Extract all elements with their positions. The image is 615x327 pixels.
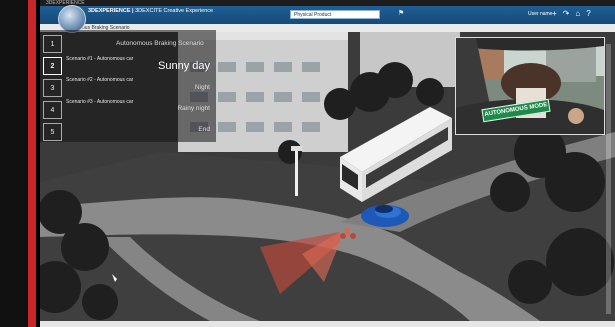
step-2-label[interactable]: Sunny day	[158, 60, 210, 72]
red-frame-bar	[28, 0, 36, 327]
step-3-name: Scenario #2 - Autonomous car	[66, 77, 134, 83]
brand-sub: 3DEXCITE Creative Experience	[135, 8, 214, 14]
brand-main: 3DEXPERIENCE	[88, 8, 131, 14]
add-icon[interactable]: +	[552, 8, 557, 20]
step-3-button[interactable]: 3	[43, 79, 62, 97]
share-icon[interactable]: ↷	[563, 8, 570, 20]
scenario-title: Autonomous Braking Scenario	[116, 40, 204, 47]
step-4-label[interactable]: Rainy night	[177, 105, 210, 112]
step-5-label[interactable]: End	[198, 126, 210, 133]
search-input[interactable]: Physical Product	[290, 10, 380, 19]
bottom-strip	[40, 321, 615, 327]
step-5-button[interactable]: 5	[43, 123, 62, 141]
app-window: 3DEXPERIENCE 3DEXPERIENCE | 3DEXCITE Cre…	[40, 0, 615, 321]
top-bar: 3DEXPERIENCE | 3DEXCITE Creative Experie…	[40, 6, 615, 24]
driver-camera-view[interactable]: AUTONOMOUS MODE	[455, 37, 605, 135]
toolbar-icons: + ↷ ⌂ ?	[552, 8, 591, 20]
step-4-button[interactable]: 4	[43, 101, 62, 119]
user-name[interactable]: User name	[528, 11, 552, 17]
help-icon[interactable]: ?	[586, 8, 590, 20]
scrollbar[interactable]	[606, 44, 611, 314]
search-value: Physical Product	[294, 12, 332, 18]
brand: 3DEXPERIENCE | 3DEXCITE Creative Experie…	[88, 8, 213, 14]
step-3-label[interactable]: Night	[195, 84, 210, 91]
compass-icon[interactable]	[58, 5, 86, 33]
step-1-button[interactable]: 1	[43, 35, 62, 53]
tag-icon[interactable]: ⚑	[398, 10, 405, 17]
home-icon[interactable]: ⌂	[575, 8, 580, 20]
blue-car	[361, 205, 409, 227]
driver-camera-render	[456, 38, 604, 134]
step-2-name: Scenario #1 - Autonomous car	[66, 56, 134, 62]
left-frame	[0, 0, 28, 327]
street-lamp	[295, 150, 298, 196]
step-4-name: Scenario #3 - Autonomous car	[66, 99, 134, 105]
step-2-button[interactable]: 2	[43, 57, 62, 75]
scenario-panel: Autonomous Braking Scenario 1 2 Scenario…	[40, 30, 216, 142]
